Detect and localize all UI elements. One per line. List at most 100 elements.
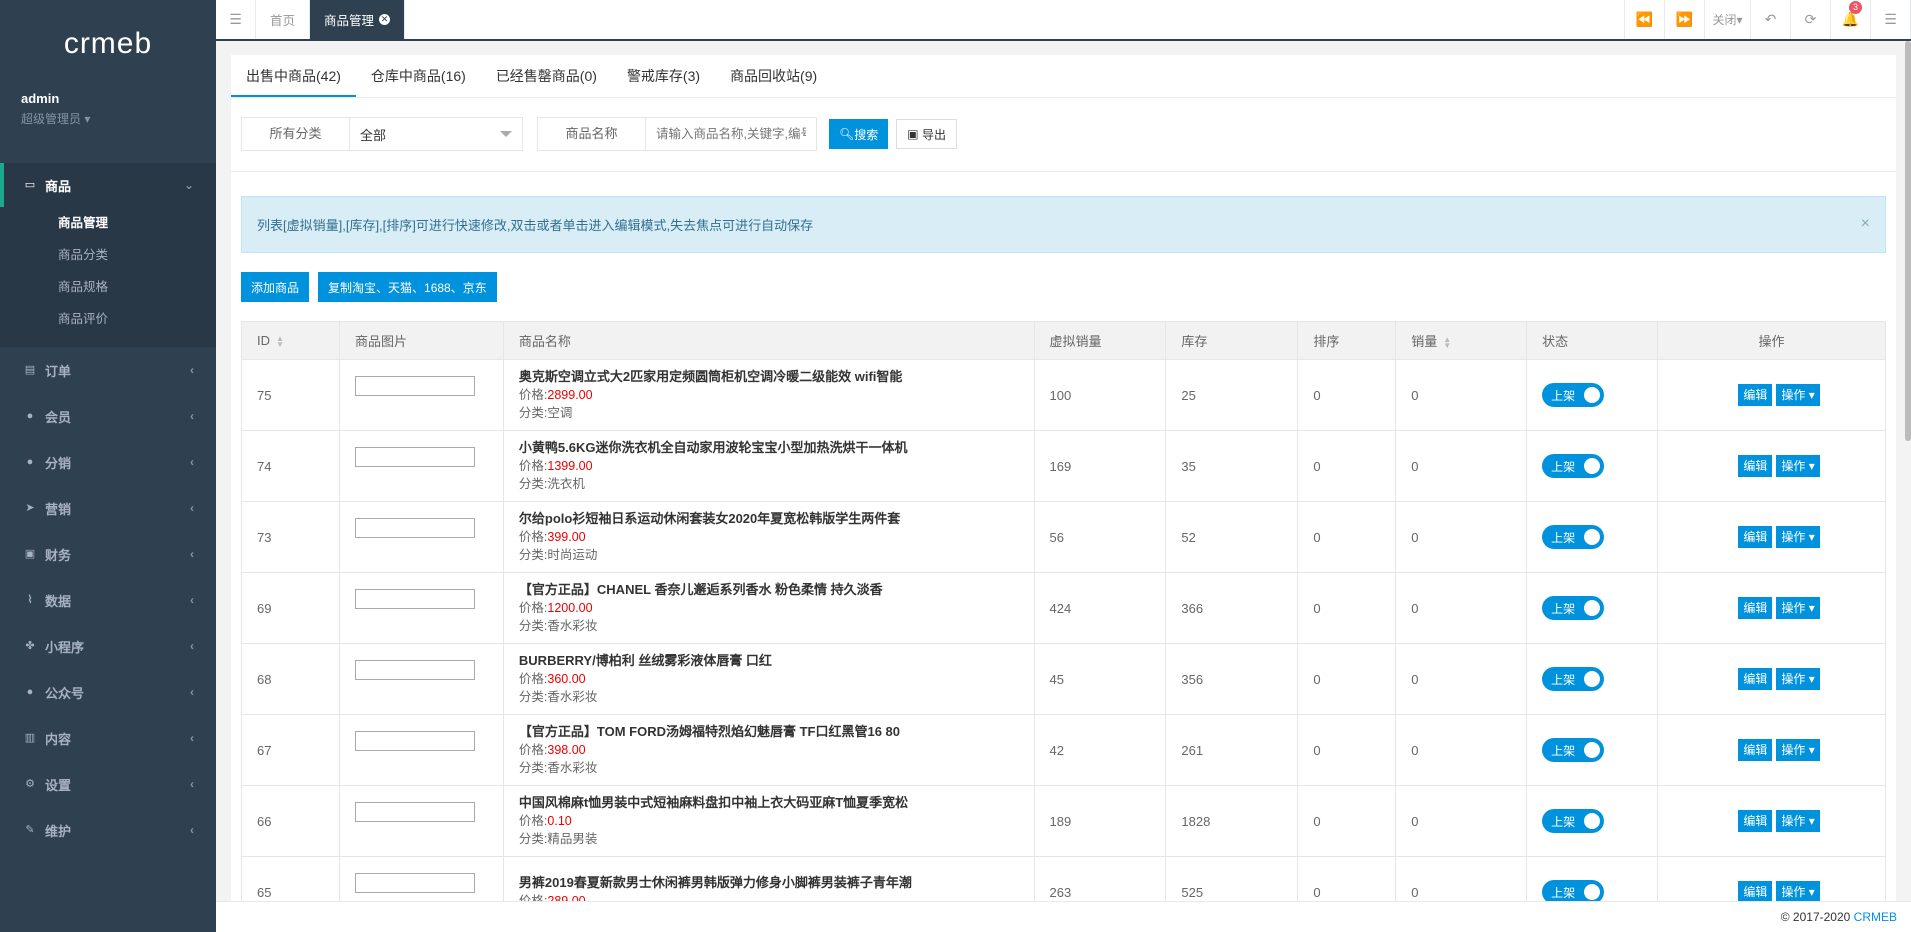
sidebar-item-finance[interactable]: ▣ 财务 ‹	[0, 531, 216, 577]
operation-dropdown[interactable]: 操作 ▾	[1776, 739, 1820, 761]
sidebar-item-miniprogram[interactable]: ✤ 小程序 ‹	[0, 623, 216, 669]
brand-link[interactable]: CRMEB	[1854, 910, 1897, 924]
operation-dropdown[interactable]: 操作 ▾	[1776, 455, 1820, 477]
product-image[interactable]	[354, 518, 475, 538]
edit-button[interactable]: 编辑	[1738, 668, 1773, 690]
product-image[interactable]	[354, 802, 475, 822]
product-image[interactable]	[354, 589, 475, 609]
sub-item-product-review[interactable]: 商品评价	[0, 303, 216, 335]
status-toggle[interactable]: 上架	[1542, 454, 1605, 478]
scroll-right-button[interactable]: ⏩	[1665, 0, 1705, 39]
cell-stock[interactable]: 1828	[1165, 785, 1299, 857]
menu-toggle-button[interactable]: ☰	[216, 0, 256, 39]
operation-dropdown[interactable]: 操作 ▾	[1776, 597, 1820, 619]
sidebar-item-data[interactable]: ⌇ 数据 ‹	[0, 577, 216, 623]
product-image[interactable]	[354, 660, 475, 680]
tab-recycle-bin[interactable]: 商品回收站(9)	[715, 55, 832, 97]
edit-button[interactable]: 编辑	[1738, 455, 1773, 477]
edit-button[interactable]: 编辑	[1738, 810, 1773, 832]
sidebar-item-wechat[interactable]: ● 公众号 ‹	[0, 669, 216, 715]
sub-item-product-manage[interactable]: 商品管理	[0, 207, 216, 239]
status-toggle[interactable]: 上架	[1542, 738, 1605, 762]
cell-virtual-sales[interactable]: 169	[1033, 430, 1167, 502]
notification-button[interactable]: 🔔 3	[1831, 0, 1871, 39]
edit-button[interactable]: 编辑	[1738, 739, 1773, 761]
cell-virtual-sales[interactable]: 56	[1033, 501, 1167, 573]
cell-stock[interactable]: 366	[1165, 572, 1299, 644]
cell-stock[interactable]: 25	[1165, 359, 1299, 431]
cell-sort[interactable]: 0	[1297, 359, 1397, 431]
sidebar-item-settings[interactable]: ⚙ 设置 ‹	[0, 761, 216, 807]
operation-dropdown[interactable]: 操作 ▾	[1776, 881, 1820, 901]
copy-product-button[interactable]: 复制淘宝、天猫、1688、京东	[318, 272, 497, 302]
operation-dropdown[interactable]: 操作 ▾	[1776, 526, 1820, 548]
operation-dropdown[interactable]: 操作 ▾	[1776, 810, 1820, 832]
sidebar-item-marketing[interactable]: ➤ 营销 ‹	[0, 485, 216, 531]
back-button[interactable]: ↶	[1751, 0, 1791, 39]
tab-product-manage[interactable]: 商品管理 ✕	[310, 0, 406, 39]
tab-sold-out[interactable]: 已经售罄商品(0)	[481, 55, 612, 97]
sub-item-product-spec[interactable]: 商品规格	[0, 271, 216, 303]
sidebar-item-product[interactable]: ▭ 商品 ⌄	[0, 163, 216, 207]
cell-sort[interactable]: 0	[1297, 714, 1397, 786]
sub-item-product-category[interactable]: 商品分类	[0, 239, 216, 271]
cell-virtual-sales[interactable]: 424	[1033, 572, 1167, 644]
export-button[interactable]: ▣ 导出	[896, 119, 957, 149]
sort-icon[interactable]: ▲ ▼	[1443, 335, 1451, 349]
status-toggle[interactable]: 上架	[1542, 525, 1605, 549]
sidebar-item-distribution[interactable]: ● 分销 ‹	[0, 439, 216, 485]
edit-button[interactable]: 编辑	[1738, 384, 1773, 406]
add-product-button[interactable]: 添加商品	[241, 272, 310, 302]
sidebar-item-order[interactable]: ▤ 订单 ‹	[0, 347, 216, 393]
cell-stock[interactable]: 52	[1165, 501, 1299, 573]
cell-stock[interactable]: 261	[1165, 714, 1299, 786]
user-role-dropdown[interactable]: 超级管理员 ▾	[21, 110, 195, 127]
cell-sort[interactable]: 0	[1297, 785, 1397, 857]
refresh-button[interactable]: ⟳	[1791, 0, 1831, 39]
category-select[interactable]: 全部	[350, 118, 522, 150]
operation-dropdown[interactable]: 操作 ▾	[1776, 384, 1820, 406]
status-toggle[interactable]: 上架	[1542, 667, 1605, 691]
cell-virtual-sales[interactable]: 42	[1033, 714, 1167, 786]
tab-on-sale[interactable]: 出售中商品(42)	[231, 55, 356, 97]
cell-sort[interactable]: 0	[1297, 501, 1397, 573]
column-header-sales[interactable]: 销量 ▲ ▼	[1395, 321, 1528, 360]
product-image[interactable]	[354, 731, 475, 751]
cell-virtual-sales[interactable]: 263	[1033, 856, 1167, 901]
right-menu-button[interactable]: ☰	[1871, 0, 1911, 39]
edit-button[interactable]: 编辑	[1738, 881, 1773, 901]
cell-virtual-sales[interactable]: 100	[1033, 359, 1167, 431]
edit-button[interactable]: 编辑	[1738, 597, 1773, 619]
search-button[interactable]: 🔍︎ 搜索	[829, 119, 889, 149]
cell-sort[interactable]: 0	[1297, 856, 1397, 901]
cell-stock[interactable]: 35	[1165, 430, 1299, 502]
sidebar-item-maintain[interactable]: ✎ 维护 ‹	[0, 807, 216, 853]
product-image[interactable]	[354, 447, 475, 467]
sidebar-item-member[interactable]: ● 会员 ‹	[0, 393, 216, 439]
cell-stock[interactable]: 356	[1165, 643, 1299, 715]
operation-dropdown[interactable]: 操作 ▾	[1776, 668, 1820, 690]
scroll-left-button[interactable]: ⏪	[1625, 0, 1665, 39]
status-toggle[interactable]: 上架	[1542, 880, 1605, 901]
close-tab-icon[interactable]: ✕	[379, 14, 391, 25]
crmeb-logo[interactable]: crmeb	[0, 0, 216, 88]
cell-stock[interactable]: 525	[1165, 856, 1299, 901]
tab-warehouse[interactable]: 仓库中商品(16)	[356, 55, 481, 97]
scrollbar[interactable]	[1905, 41, 1911, 441]
close-tabs-dropdown[interactable]: 关闭 ▾	[1705, 0, 1751, 39]
status-toggle[interactable]: 上架	[1542, 596, 1605, 620]
sort-icon[interactable]: ▲ ▼	[276, 334, 284, 348]
status-toggle[interactable]: 上架	[1542, 809, 1605, 833]
cell-virtual-sales[interactable]: 189	[1033, 785, 1167, 857]
column-header-id[interactable]: ID ▲ ▼	[241, 321, 340, 360]
product-image[interactable]	[354, 873, 475, 893]
cell-sort[interactable]: 0	[1297, 643, 1397, 715]
cell-sort[interactable]: 0	[1297, 430, 1397, 502]
close-icon[interactable]: ×	[1861, 215, 1870, 233]
sidebar-item-content[interactable]: ▥ 内容 ‹	[0, 715, 216, 761]
cell-sort[interactable]: 0	[1297, 572, 1397, 644]
tab-low-stock[interactable]: 警戒库存(3)	[612, 55, 715, 97]
edit-button[interactable]: 编辑	[1738, 526, 1773, 548]
status-toggle[interactable]: 上架	[1542, 383, 1605, 407]
product-search-input[interactable]	[646, 119, 816, 149]
